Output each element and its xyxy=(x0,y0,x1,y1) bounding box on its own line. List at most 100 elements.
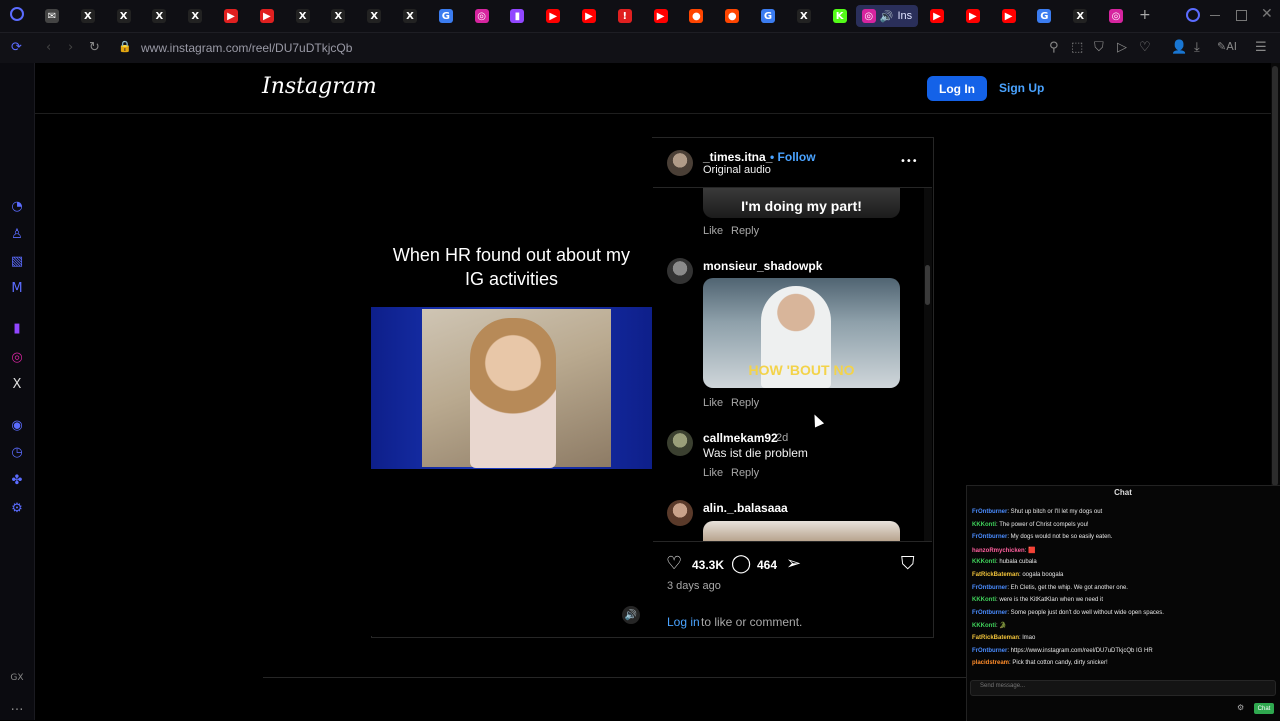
heart-icon[interactable]: ♡ xyxy=(1139,40,1151,55)
page-scrollbar-thumb[interactable] xyxy=(1272,66,1278,486)
opera-logo-icon[interactable] xyxy=(10,7,24,21)
flow-icon[interactable]: ▷ xyxy=(1117,40,1127,55)
comment-username[interactable]: alin._.balasaaa xyxy=(703,501,788,515)
commenter-avatar[interactable] xyxy=(667,500,693,526)
chat-username[interactable]: FrOntburner xyxy=(972,534,1007,540)
chat-username[interactable]: placidstream xyxy=(972,660,1009,666)
messenger-icon[interactable]: M xyxy=(9,281,25,297)
browser-tab[interactable]: ● xyxy=(682,5,710,27)
author-username[interactable]: _times.itna_ xyxy=(703,150,772,164)
chat-username[interactable]: KKKonti xyxy=(972,522,996,528)
login-to-like-link[interactable]: Log in xyxy=(667,615,700,629)
browser-tab[interactable]: ▶ xyxy=(959,5,987,27)
browser-tab[interactable]: G xyxy=(754,5,782,27)
browser-tab[interactable]: ✉ xyxy=(38,5,66,27)
chat-username[interactable]: FatRickBateman xyxy=(972,572,1019,578)
download-icon[interactable]: ⤓ xyxy=(1194,40,1200,55)
browser-tab[interactable]: ▶ xyxy=(539,5,567,27)
chat-username[interactable]: KKKonti xyxy=(972,597,996,603)
browser-tab[interactable]: ▶ xyxy=(575,5,603,27)
mute-toggle-button[interactable]: 🔊 xyxy=(622,606,640,624)
comment-icon[interactable]: ◯ xyxy=(731,553,751,574)
tab-active-instagram[interactable]: ◎ 🔊 Ins xyxy=(856,5,918,27)
close-window-button[interactable]: ✕ xyxy=(1261,6,1273,22)
browser-tab[interactable]: X xyxy=(790,5,818,27)
aria-icon[interactable]: ◔ xyxy=(9,199,25,215)
comments-scrollbar-thumb[interactable] xyxy=(925,265,930,305)
browser-tab[interactable]: ◎ xyxy=(468,5,496,27)
chat-username[interactable]: FrOntburner xyxy=(972,509,1007,515)
browser-tab[interactable]: ◎ xyxy=(1102,5,1130,27)
browser-tab[interactable]: K xyxy=(826,5,854,27)
browser-tab[interactable]: ▶ xyxy=(253,5,281,27)
browser-tab[interactable]: X xyxy=(1066,5,1094,27)
browser-tab[interactable]: ▮ xyxy=(503,5,531,27)
snapshot-icon[interactable]: ⬚ xyxy=(1071,40,1083,55)
chat-username[interactable]: KKKonti xyxy=(972,623,996,629)
browser-tab[interactable]: X xyxy=(324,5,352,27)
extensions-icon[interactable]: ✤ xyxy=(9,473,25,489)
chat-username[interactable]: KKKonti xyxy=(972,559,996,565)
browser-tab[interactable]: X xyxy=(74,5,102,27)
menu-icon[interactable]: ☰ xyxy=(1255,40,1267,55)
sidebar-more-icon[interactable]: … xyxy=(9,699,25,715)
pin-icon[interactable]: ⚲ xyxy=(1049,40,1059,55)
commenter-avatar[interactable] xyxy=(667,258,693,284)
comment-username[interactable]: callmekam92 xyxy=(703,431,778,445)
share-icon[interactable]: ➢ xyxy=(786,553,801,574)
reply-comment-button[interactable]: Reply xyxy=(731,397,759,409)
login-button[interactable]: Log In xyxy=(927,76,987,101)
audio-link[interactable]: Original audio xyxy=(703,164,771,176)
browser-tab[interactable]: X xyxy=(360,5,388,27)
comment-username[interactable]: monsieur_shadowpk xyxy=(703,259,822,273)
forward-button[interactable]: › xyxy=(68,40,73,55)
browser-tab[interactable]: X xyxy=(110,5,138,27)
instagram-sidebar-icon[interactable]: ◎ xyxy=(9,350,25,366)
lock-icon[interactable]: 🔒 xyxy=(118,40,132,53)
like-comment-button[interactable]: Like xyxy=(703,397,723,409)
comment-gif[interactable]: I'm doing my part! xyxy=(703,188,900,218)
search-tabs-icon[interactable] xyxy=(1186,8,1200,22)
like-comment-button[interactable]: Like xyxy=(703,467,723,479)
restore-button[interactable] xyxy=(1236,10,1247,21)
browser-tab[interactable]: ▶ xyxy=(995,5,1023,27)
browser-tab[interactable]: X xyxy=(396,5,424,27)
back-button[interactable]: ‹ xyxy=(46,40,51,55)
crypto-wallet-icon[interactable]: ♙ xyxy=(9,227,25,243)
browser-tab[interactable]: ▶ xyxy=(647,5,675,27)
browser-tab[interactable]: X xyxy=(145,5,173,27)
settings-icon[interactable]: ⚙ xyxy=(9,501,25,517)
comments-scrollbar[interactable] xyxy=(924,188,932,541)
browser-tab[interactable]: ▶ xyxy=(923,5,951,27)
chat-username[interactable]: FatRickBateman xyxy=(972,635,1019,641)
comment-gif[interactable] xyxy=(703,521,900,541)
browser-tab[interactable]: ! xyxy=(611,5,639,27)
chat-username[interactable]: FrOntburner xyxy=(972,610,1007,616)
minimize-button[interactable] xyxy=(1210,15,1220,16)
x-sidebar-icon[interactable]: X xyxy=(9,377,25,393)
shield-icon[interactable]: ⛉ xyxy=(1094,40,1104,55)
profile-icon[interactable]: 👤 xyxy=(1171,40,1187,55)
author-avatar[interactable] xyxy=(667,150,693,176)
gx-icon[interactable]: GX xyxy=(9,673,25,689)
like-heart-icon[interactable]: ♡ xyxy=(666,553,682,574)
history-icon[interactable]: ◷ xyxy=(9,445,25,461)
reply-comment-button[interactable]: Reply xyxy=(731,225,759,237)
chat-username[interactable]: FrOntburner xyxy=(972,585,1007,591)
chat-username[interactable]: FrOntburner xyxy=(972,648,1007,654)
reply-comment-button[interactable]: Reply xyxy=(731,467,759,479)
bookmark-icon[interactable]: ⛉ xyxy=(901,553,915,574)
chat-settings-icon[interactable]: ⚙ xyxy=(1237,703,1244,712)
chat-username[interactable]: hanzoRmychicken xyxy=(972,548,1025,554)
browser-tab[interactable]: X xyxy=(181,5,209,27)
browser-tab[interactable]: ▶ xyxy=(217,5,245,27)
browser-tab[interactable]: ● xyxy=(718,5,746,27)
chat-send-button[interactable]: Chat xyxy=(1254,703,1274,714)
url-field[interactable]: www.instagram.com/reel/DU7uDTkjcQb xyxy=(141,41,352,55)
speaker-icon[interactable]: 🔊 xyxy=(880,10,894,23)
browser-tab[interactable]: X xyxy=(289,5,317,27)
tab-islands-icon[interactable]: ▧ xyxy=(9,254,25,270)
aria-ai-icon[interactable]: ✎AI xyxy=(1217,40,1237,53)
new-tab-button[interactable]: + xyxy=(1139,7,1151,23)
twitch-sidebar-icon[interactable]: ▮ xyxy=(9,321,25,337)
